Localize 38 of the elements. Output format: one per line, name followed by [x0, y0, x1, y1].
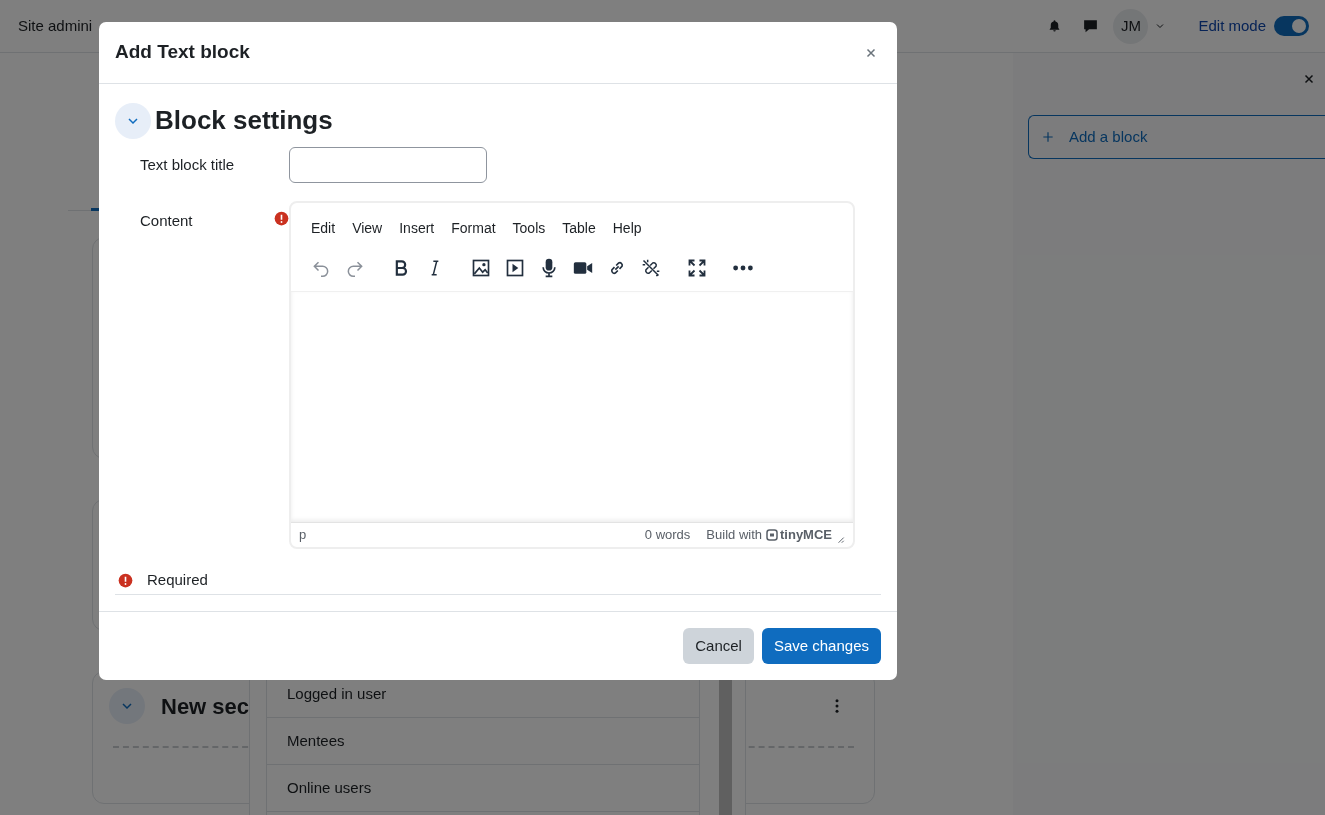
broken-link-icon — [641, 258, 661, 278]
modal-title: Add Text block — [115, 40, 251, 65]
microphone-icon — [539, 258, 559, 278]
menu-item[interactable]: Edit — [303, 216, 344, 241]
field-label: Content — [140, 211, 194, 231]
block-list-item[interactable]: Mentees — [267, 718, 699, 765]
element-path[interactable]: p — [299, 525, 645, 545]
nav-link[interactable]: Site admini — [18, 14, 93, 38]
brand-link[interactable]: tinyMCE — [780, 525, 832, 545]
cancel-button[interactable]: Cancel — [683, 628, 754, 664]
menu-item[interactable]: View — [344, 216, 391, 241]
close-icon[interactable] — [1303, 73, 1315, 85]
text-input[interactable] — [289, 147, 487, 183]
resize-handle-icon[interactable] — [836, 535, 845, 544]
save-button[interactable]: Save changes — [761, 628, 881, 664]
logo-icon — [766, 529, 778, 541]
menu-item[interactable]: Table — [554, 216, 604, 241]
menu-item[interactable]: Tools — [504, 216, 554, 241]
edit-mode-toggle[interactable] — [1274, 16, 1309, 36]
section-title: New sec — [161, 692, 250, 721]
edit-mode-label: Edit mode — [1198, 15, 1266, 36]
block-list-item[interactable]: Online users — [267, 765, 699, 812]
word-count[interactable]: 0 words — [644, 525, 691, 545]
image-icon — [471, 258, 491, 278]
menu-item[interactable]: Format — [443, 216, 504, 241]
more-icon — [733, 265, 753, 271]
plus-icon — [1041, 130, 1055, 144]
menu-item[interactable]: Help — [604, 216, 650, 241]
section-heading: Block settings — [155, 104, 333, 137]
required-icon — [118, 572, 133, 588]
user-avatar[interactable]: JM — [1113, 8, 1149, 44]
close-icon[interactable] — [865, 46, 877, 59]
field-label: Text block title — [139, 154, 236, 175]
menu-item[interactable]: Insert — [391, 216, 443, 241]
required-note: Required — [147, 570, 208, 590]
fullscreen-icon — [687, 258, 707, 278]
branding-text: Build with — [706, 526, 762, 545]
play-icon — [505, 258, 525, 278]
